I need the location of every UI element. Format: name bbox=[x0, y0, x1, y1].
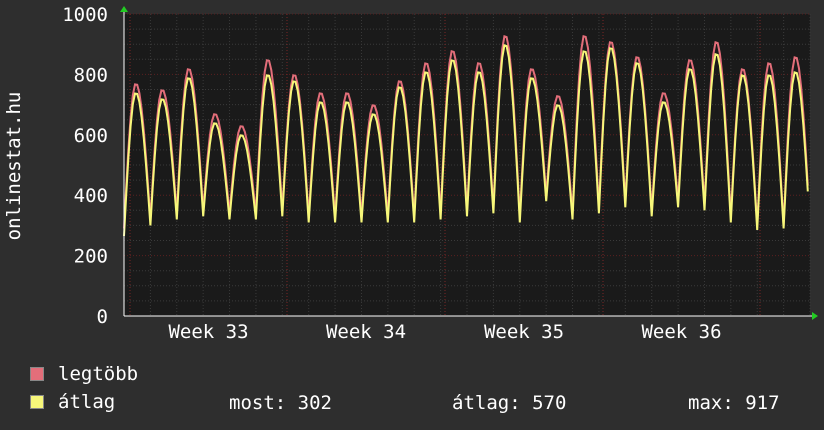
y-axis-title: onlinestat.hu bbox=[3, 92, 25, 241]
stat-max: max: 917 bbox=[688, 392, 780, 414]
traffic-chart: Week 33 Week 34 Week 35 Week 36 0 200 400 600 8… bbox=[3, 4, 818, 343]
legend-atlag: átlag bbox=[30, 391, 116, 413]
x-tick-label: Week 33 bbox=[168, 321, 248, 343]
legend-legtobb: legtöbb bbox=[30, 363, 139, 385]
x-tick-label: Week 36 bbox=[641, 321, 721, 343]
stat-atlag: átlag: 570 bbox=[452, 392, 567, 414]
atlag-label: átlag bbox=[58, 391, 116, 413]
legtobb-swatch bbox=[30, 367, 44, 381]
y-axis-labels: 0 200 400 600 800 1000 bbox=[62, 4, 108, 328]
y-tick-label: 600 bbox=[74, 125, 108, 147]
y-tick-label: 200 bbox=[74, 246, 108, 268]
y-tick-label: 0 bbox=[97, 306, 108, 328]
x-tick-label: Week 34 bbox=[326, 321, 406, 343]
x-axis-labels: Week 33 Week 34 Week 35 Week 36 bbox=[168, 321, 721, 343]
y-axis-arrow bbox=[120, 6, 128, 12]
y-tick-label: 1000 bbox=[62, 4, 108, 26]
stat-most: most: 302 bbox=[229, 392, 332, 414]
atlag-swatch bbox=[30, 395, 44, 409]
y-tick-label: 800 bbox=[74, 64, 108, 86]
y-tick-label: 400 bbox=[74, 185, 108, 207]
legtobb-label: legtöbb bbox=[58, 363, 139, 385]
x-axis-arrow bbox=[812, 312, 818, 320]
x-tick-label: Week 35 bbox=[484, 321, 564, 343]
